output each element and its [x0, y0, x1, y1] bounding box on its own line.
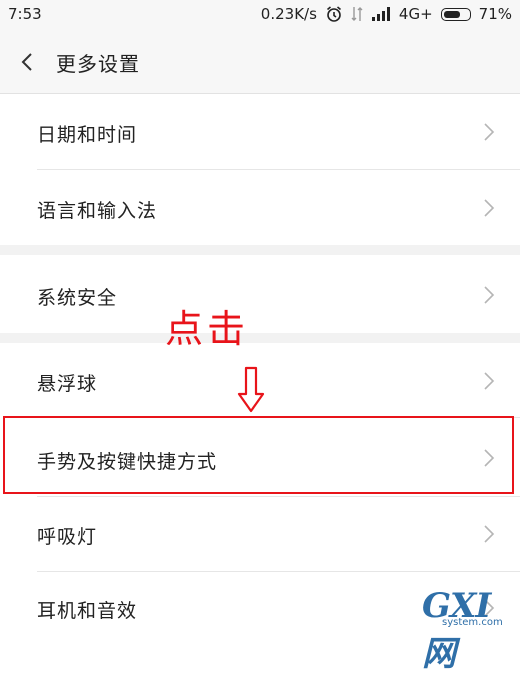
watermark-domain: system.com — [442, 617, 503, 628]
chevron-right-icon — [484, 286, 495, 304]
highlight-box — [3, 416, 514, 494]
settings-item-label: 耳机和音效 — [37, 600, 138, 622]
annotation-label: 点击 — [165, 307, 250, 351]
settings-item-label: 日期和时间 — [37, 124, 138, 146]
settings-item-language-input[interactable]: 语言和输入法 — [0, 170, 520, 245]
status-icons: 0.23K/s 4G+ 71% — [261, 5, 512, 23]
battery-icon — [440, 7, 471, 21]
battery-percent: 71% — [478, 5, 512, 23]
chevron-right-icon — [484, 372, 495, 390]
network-type: 4G+ — [398, 5, 433, 23]
chevron-right-icon — [484, 199, 495, 217]
alarm-icon — [326, 6, 341, 22]
settings-item-breathing-light[interactable]: 呼吸灯 — [0, 497, 520, 571]
arrow-down-icon — [237, 366, 265, 413]
page-header: 更多设置 — [0, 30, 520, 94]
settings-item-label: 悬浮球 — [37, 373, 98, 395]
section-gap — [0, 333, 520, 343]
settings-item-label: 呼吸灯 — [37, 526, 98, 548]
section-gap — [0, 245, 520, 255]
signal-icon — [371, 7, 390, 21]
network-speed: 0.23K/s — [260, 5, 317, 23]
page-title: 更多设置 — [56, 52, 140, 76]
chevron-right-icon — [484, 525, 495, 543]
watermark-logo: GXI网 system.com — [422, 586, 518, 674]
settings-item-system-security[interactable]: 系统安全 — [0, 255, 520, 333]
watermark-logo-text: GXI网 — [422, 586, 491, 674]
settings-item-date-time[interactable]: 日期和时间 — [0, 95, 520, 169]
battery-level — [443, 10, 460, 18]
back-button[interactable] — [14, 48, 42, 76]
status-time: 7:53 — [8, 5, 42, 23]
settings-item-label: 语言和输入法 — [37, 200, 158, 222]
settings-item-label: 系统安全 — [37, 287, 118, 309]
chevron-left-icon — [21, 53, 32, 71]
data-transfer-icon — [351, 7, 363, 21]
chevron-right-icon — [484, 123, 495, 141]
status-bar: 7:53 0.23K/s 4G+ 71% — [0, 0, 520, 30]
